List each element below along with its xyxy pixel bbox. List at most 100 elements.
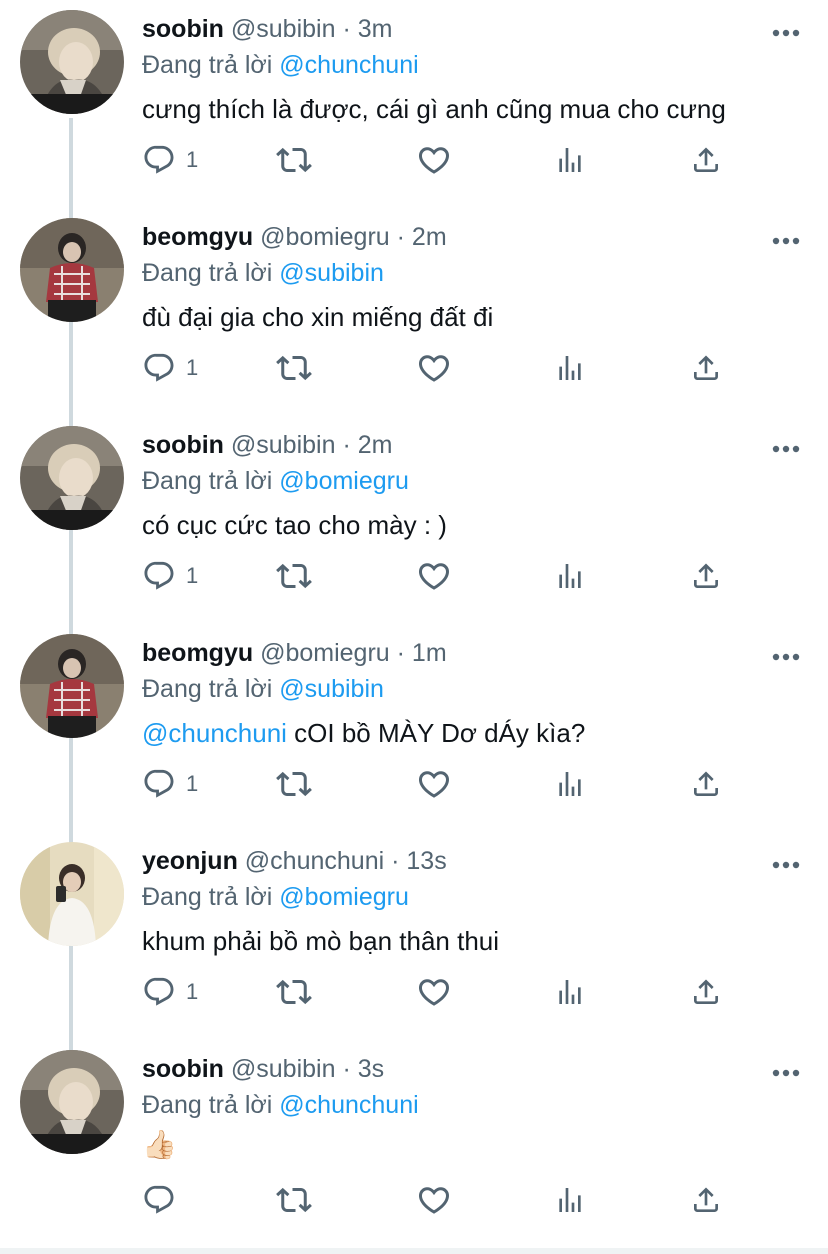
reply-icon bbox=[142, 351, 176, 385]
reply-button[interactable]: 1 bbox=[142, 972, 198, 1012]
separator-dot: · bbox=[396, 223, 405, 251]
stats-button[interactable] bbox=[554, 972, 586, 1012]
tweet-text: cưng thích là được, cái gì anh cũng mua … bbox=[142, 92, 726, 126]
like-button[interactable] bbox=[416, 764, 452, 804]
more-icon[interactable] bbox=[772, 234, 800, 248]
retweet-button[interactable] bbox=[276, 556, 312, 596]
like-button[interactable] bbox=[416, 1180, 452, 1220]
like-button[interactable] bbox=[416, 556, 452, 596]
user-handle[interactable]: @subibin bbox=[231, 431, 336, 459]
separator-dot: · bbox=[396, 639, 405, 667]
timestamp[interactable]: 2m bbox=[358, 431, 393, 459]
reply-count: 1 bbox=[186, 771, 199, 796]
soobin-avatar[interactable] bbox=[20, 426, 124, 530]
replying-to-mention[interactable]: @chunchuni bbox=[279, 1091, 418, 1119]
reply-button[interactable]: 1 bbox=[142, 348, 198, 388]
beomgyu-avatar[interactable] bbox=[20, 634, 124, 738]
reply-button[interactable]: 1 bbox=[142, 140, 198, 180]
share-button[interactable] bbox=[690, 556, 722, 596]
stats-button[interactable] bbox=[554, 140, 586, 180]
tweet-body: 👍🏻 bbox=[142, 1129, 177, 1160]
stats-button[interactable] bbox=[554, 556, 586, 596]
stats-icon bbox=[554, 352, 586, 384]
like-button[interactable] bbox=[416, 140, 452, 180]
display-name[interactable]: soobin bbox=[142, 1055, 224, 1083]
timestamp[interactable]: 1m bbox=[412, 639, 447, 667]
share-button[interactable] bbox=[690, 140, 722, 180]
display-name[interactable]: yeonjun bbox=[142, 847, 238, 875]
tweet-text: @chunchuni cOI bồ MÀY Dơ dÁy kìa? bbox=[142, 716, 585, 750]
share-button[interactable] bbox=[690, 764, 722, 804]
retweet-button[interactable] bbox=[276, 764, 312, 804]
display-name[interactable]: beomgyu bbox=[142, 639, 253, 667]
stats-icon bbox=[554, 976, 586, 1008]
reply-button[interactable]: 1 bbox=[142, 556, 198, 596]
soobin-avatar[interactable] bbox=[20, 10, 124, 114]
share-button[interactable] bbox=[690, 1180, 722, 1220]
user-handle[interactable]: @subibin bbox=[231, 1055, 336, 1083]
user-handle[interactable]: @bomiegru bbox=[260, 223, 390, 251]
reply-count: 1 bbox=[186, 355, 199, 380]
tweet-3[interactable]: soobin @subibin · 2m Đang trả lời @bomie… bbox=[0, 416, 828, 624]
more-icon[interactable] bbox=[772, 1066, 800, 1080]
like-button[interactable] bbox=[416, 348, 452, 388]
soobin-avatar[interactable] bbox=[20, 1050, 124, 1154]
replying-to-label: Đang trả lời bbox=[142, 467, 273, 495]
text-mention[interactable]: @chunchuni bbox=[142, 718, 287, 748]
replying-to-mention[interactable]: @chunchuni bbox=[279, 51, 418, 79]
reply-button[interactable]: 1 bbox=[142, 764, 198, 804]
share-icon bbox=[690, 144, 722, 176]
user-handle[interactable]: @subibin bbox=[231, 15, 336, 43]
action-bar: 1 bbox=[142, 764, 742, 804]
tweet-4[interactable]: beomgyu @bomiegru · 1m Đang trả lời @sub… bbox=[0, 624, 828, 832]
reply-count: 1 bbox=[186, 563, 199, 588]
user-handle[interactable]: @bomiegru bbox=[260, 639, 390, 667]
share-button[interactable] bbox=[690, 348, 722, 388]
more-icon[interactable] bbox=[772, 650, 800, 664]
retweet-button[interactable] bbox=[276, 140, 312, 180]
timestamp[interactable]: 2m bbox=[412, 223, 447, 251]
retweet-icon bbox=[276, 766, 312, 802]
tweet-1[interactable]: soobin @subibin · 3m Đang trả lời @chunc… bbox=[0, 0, 828, 208]
stats-icon bbox=[554, 560, 586, 592]
bottom-divider bbox=[0, 1248, 828, 1254]
more-icon[interactable] bbox=[772, 26, 800, 40]
replying-to-mention[interactable]: @bomiegru bbox=[279, 467, 409, 495]
like-button[interactable] bbox=[416, 972, 452, 1012]
tweet-5[interactable]: yeonjun @chunchuni · 13s Đang trả lời @b… bbox=[0, 832, 828, 1040]
reply-button[interactable] bbox=[142, 1180, 186, 1220]
replying-to-mention[interactable]: @subibin bbox=[279, 675, 384, 703]
retweet-button[interactable] bbox=[276, 972, 312, 1012]
stats-button[interactable] bbox=[554, 348, 586, 388]
stats-button[interactable] bbox=[554, 764, 586, 804]
retweet-icon bbox=[276, 142, 312, 178]
display-name[interactable]: beomgyu bbox=[142, 223, 253, 251]
replying-to: Đang trả lời @bomiegru bbox=[142, 466, 409, 496]
tweet-2[interactable]: beomgyu @bomiegru · 2m Đang trả lời @sub… bbox=[0, 208, 828, 416]
timestamp[interactable]: 13s bbox=[406, 847, 446, 875]
separator-dot: · bbox=[391, 847, 400, 875]
timestamp[interactable]: 3s bbox=[358, 1055, 384, 1083]
display-name[interactable]: soobin bbox=[142, 15, 224, 43]
tweet-body: đù đại gia cho xin miếng đất đi bbox=[142, 302, 494, 332]
retweet-button[interactable] bbox=[276, 348, 312, 388]
replying-to-mention[interactable]: @subibin bbox=[279, 259, 384, 287]
share-button[interactable] bbox=[690, 972, 722, 1012]
tweet-6[interactable]: soobin @subibin · 3s Đang trả lời @chunc… bbox=[0, 1040, 828, 1248]
more-icon[interactable] bbox=[772, 858, 800, 872]
replying-to-mention[interactable]: @bomiegru bbox=[279, 883, 409, 911]
yeonjun-avatar[interactable] bbox=[20, 842, 124, 946]
reply-icon bbox=[142, 1183, 176, 1217]
display-name[interactable]: soobin bbox=[142, 431, 224, 459]
tweet-body: cOI bồ MÀY Dơ dÁy kìa? bbox=[286, 718, 586, 748]
heart-icon bbox=[416, 558, 452, 594]
heart-icon bbox=[416, 766, 452, 802]
user-handle[interactable]: @chunchuni bbox=[245, 847, 384, 875]
replying-to-label: Đang trả lời bbox=[142, 883, 273, 911]
retweet-button[interactable] bbox=[276, 1180, 312, 1220]
tweet-header: soobin @subibin · 2m bbox=[142, 430, 392, 460]
beomgyu-avatar[interactable] bbox=[20, 218, 124, 322]
more-icon[interactable] bbox=[772, 442, 800, 456]
timestamp[interactable]: 3m bbox=[358, 15, 393, 43]
stats-button[interactable] bbox=[554, 1180, 586, 1220]
